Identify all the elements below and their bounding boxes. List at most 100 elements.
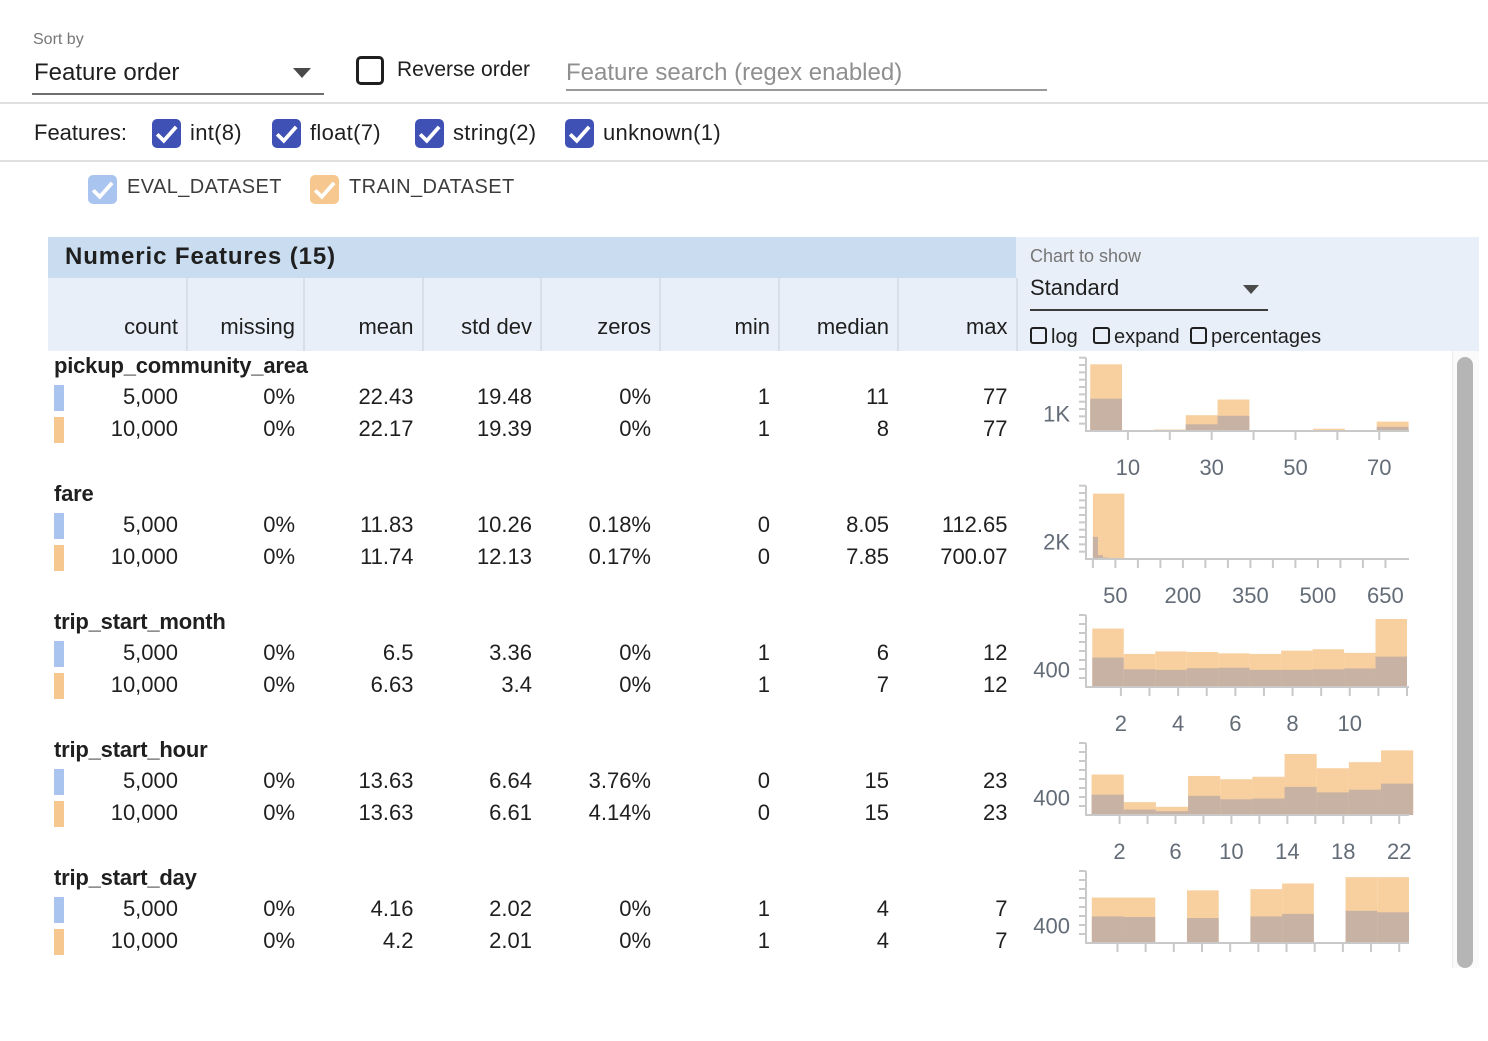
check-icon xyxy=(565,119,594,148)
eval-bar[interactable] xyxy=(1282,914,1314,943)
eval-bar[interactable] xyxy=(1155,670,1186,687)
eval-bar[interactable] xyxy=(1092,795,1124,815)
eval-bar[interactable] xyxy=(1285,787,1317,815)
eval-bar[interactable] xyxy=(1346,911,1378,943)
eval-bar[interactable] xyxy=(1220,799,1252,815)
stat-value: 0% xyxy=(619,384,651,410)
dataset-chip xyxy=(54,545,64,571)
feature-type-label: int(8) xyxy=(190,120,242,146)
eval-bar[interactable] xyxy=(1124,669,1155,687)
stat-value: 6 xyxy=(877,640,889,666)
stat-value: 4.16 xyxy=(371,896,414,922)
eval-bar[interactable] xyxy=(1349,790,1381,815)
x-axis-label: 650 xyxy=(1367,583,1404,608)
reverse-order-label: Reverse order xyxy=(397,58,530,82)
dataset-chip xyxy=(54,897,64,923)
eval-bar[interactable] xyxy=(1188,796,1220,815)
eval-bar[interactable] xyxy=(1313,669,1344,687)
check-icon xyxy=(310,175,339,204)
x-axis-label: 14 xyxy=(1275,839,1299,864)
eval-bar[interactable] xyxy=(1218,416,1250,431)
eval-bar[interactable] xyxy=(1187,668,1218,687)
feature-search-input[interactable] xyxy=(566,56,1047,90)
stat-value: 0% xyxy=(263,512,295,538)
stat-value: 22.43 xyxy=(358,384,413,410)
percentages-checkbox-label: percentages xyxy=(1211,326,1321,349)
feature-name: pickup_community_area xyxy=(54,353,308,379)
stat-value: 8 xyxy=(877,416,889,442)
feature-type-checkbox[interactable] xyxy=(152,119,181,148)
eval-bar[interactable] xyxy=(1376,657,1407,687)
stat-value: 13.63 xyxy=(358,800,413,826)
stat-value: 1 xyxy=(758,896,770,922)
x-axis-label: 10 xyxy=(1338,711,1362,736)
eval-bar[interactable] xyxy=(1252,799,1284,815)
x-axis-label: 2 xyxy=(1113,839,1125,864)
column-header-zeros: zeros xyxy=(597,314,651,340)
dataset-checkbox[interactable] xyxy=(310,175,339,204)
eval-bar[interactable] xyxy=(1092,916,1124,943)
eval-bar[interactable] xyxy=(1281,670,1312,687)
eval-bar[interactable] xyxy=(1250,916,1282,943)
stat-value: 0% xyxy=(263,928,295,954)
column-separator xyxy=(540,278,542,351)
column-separator xyxy=(422,278,424,351)
sort-by-select-value[interactable]: Feature order xyxy=(34,59,179,87)
feature-type-checkbox[interactable] xyxy=(272,119,301,148)
eval-bar[interactable] xyxy=(1250,670,1281,687)
x-axis-label: 8 xyxy=(1286,711,1298,736)
stat-value: 0% xyxy=(263,800,295,826)
stat-value: 19.48 xyxy=(477,384,532,410)
dataset-label: EVAL_DATASET xyxy=(127,176,282,199)
eval-bar[interactable] xyxy=(1381,784,1413,815)
eval-bar[interactable] xyxy=(1317,792,1349,815)
stat-value: 13.63 xyxy=(358,768,413,794)
scrollbar-thumb[interactable] xyxy=(1457,357,1473,968)
eval-bar[interactable] xyxy=(1092,658,1123,687)
feature-type-checkbox[interactable] xyxy=(415,119,444,148)
x-axis-label: 18 xyxy=(1331,839,1355,864)
chart-controls-panel: Chart to show Standard logexpandpercenta… xyxy=(1016,237,1479,351)
feature-type-label: unknown(1) xyxy=(603,120,721,146)
dataset-chip xyxy=(54,769,64,795)
stat-value: 5,000 xyxy=(123,640,178,666)
stat-value: 3.36 xyxy=(489,640,532,666)
x-axis-label: 50 xyxy=(1103,583,1127,608)
dataset-checkbox[interactable] xyxy=(88,175,117,204)
stat-value: 11 xyxy=(866,384,889,410)
chart-type-select-value[interactable]: Standard xyxy=(1030,275,1119,301)
column-separator xyxy=(778,278,780,351)
feature-type-checkbox[interactable] xyxy=(565,119,594,148)
log-checkbox[interactable] xyxy=(1030,327,1047,344)
y-axis-label: 1K xyxy=(1043,402,1070,427)
stat-value: 19.39 xyxy=(477,416,532,442)
expand-checkbox[interactable] xyxy=(1093,327,1110,344)
stat-value: 0% xyxy=(263,384,295,410)
sort-by-dropdown-arrow-icon[interactable] xyxy=(293,68,311,78)
eval-bar[interactable] xyxy=(1093,537,1098,559)
chart-type-select-underline xyxy=(1030,309,1268,311)
column-header-max: max xyxy=(966,314,1008,340)
x-axis-label: 6 xyxy=(1229,711,1241,736)
eval-bar[interactable] xyxy=(1124,917,1156,943)
column-header-count: count xyxy=(124,314,178,340)
eval-bar[interactable] xyxy=(1218,668,1249,687)
eval-bar[interactable] xyxy=(1187,918,1219,943)
eval-bar[interactable] xyxy=(1186,424,1218,431)
sort-by-label: Sort by xyxy=(33,31,84,49)
x-axis-label: 500 xyxy=(1300,583,1337,608)
reverse-order-checkbox[interactable] xyxy=(356,56,384,85)
chart-type-dropdown-arrow-icon[interactable] xyxy=(1243,285,1259,294)
percentages-checkbox[interactable] xyxy=(1190,327,1207,344)
eval-bar[interactable] xyxy=(1377,912,1409,943)
eval-bar[interactable] xyxy=(1344,669,1375,688)
stat-value: 12 xyxy=(983,672,1007,698)
eval-bar[interactable] xyxy=(1090,399,1122,431)
stat-value: 6.61 xyxy=(489,800,532,826)
stat-value: 10,000 xyxy=(111,544,178,570)
table-title-banner: Numeric Features (15) xyxy=(48,237,1016,278)
stat-value: 3.4 xyxy=(501,672,532,698)
histogram-trip_start_day[interactable]: 400 xyxy=(1020,863,1440,1041)
check-icon xyxy=(415,119,444,148)
stat-value: 15 xyxy=(865,768,889,794)
